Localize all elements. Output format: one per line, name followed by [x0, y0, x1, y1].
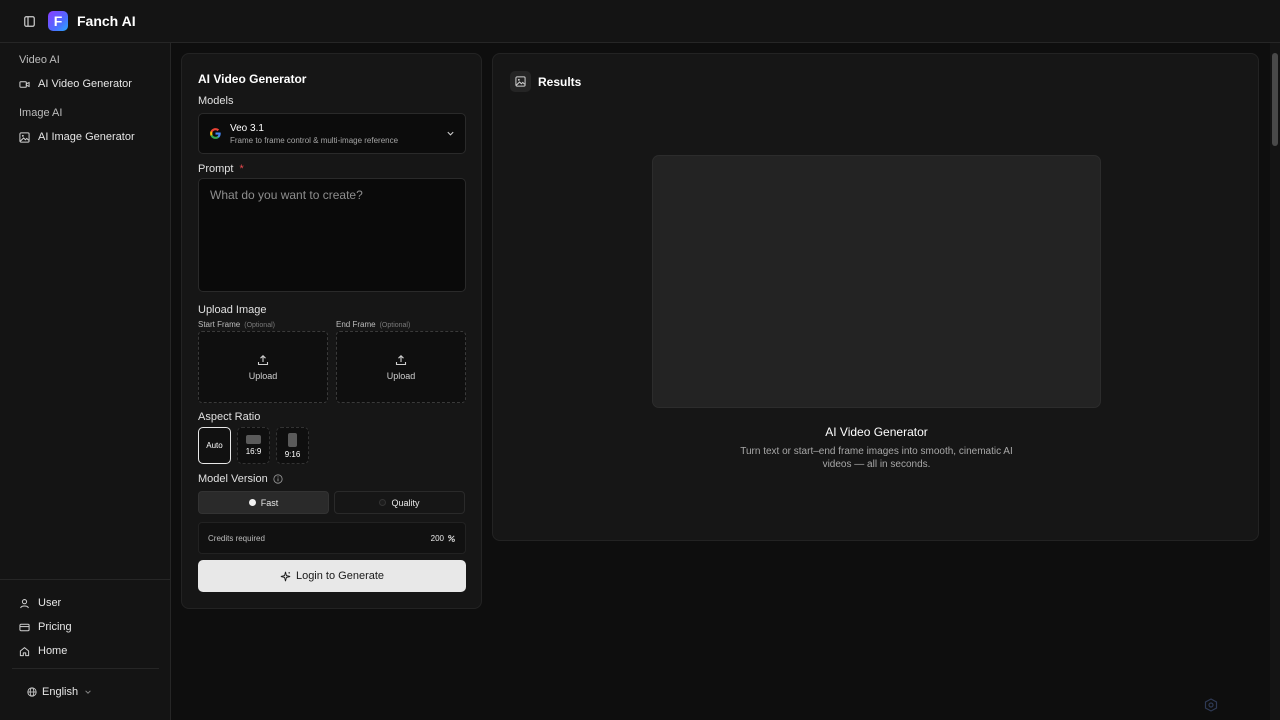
- empty-state-description: Turn text or start–end frame images into…: [740, 446, 1013, 470]
- radio-unselected-icon: [379, 499, 387, 506]
- sidebar-item-label: AI Image Generator: [38, 131, 135, 143]
- user-icon: [20, 598, 29, 608]
- chevron-down-icon: [447, 131, 454, 136]
- home-icon: [19, 646, 30, 656]
- aspect-option-16-9[interactable]: 16:9: [237, 427, 270, 464]
- sidebar-section-image: Image AI: [19, 107, 63, 119]
- version-quality-button[interactable]: Quality: [334, 491, 465, 514]
- prompt-input[interactable]: [198, 178, 466, 292]
- radio-selected-icon: [248, 499, 256, 506]
- sidebar-item-ai-video-generator[interactable]: AI Video Generator: [19, 78, 132, 90]
- aspect-option-auto[interactable]: Auto: [198, 427, 231, 464]
- info-icon[interactable]: [273, 474, 283, 484]
- google-icon: [210, 128, 221, 139]
- card-icon: [19, 623, 30, 631]
- version-label: Quality: [391, 497, 420, 508]
- sparkle-icon: [280, 571, 291, 581]
- credits-label: Credits required: [208, 533, 265, 543]
- start-frame-upload[interactable]: Upload: [198, 331, 328, 403]
- upload-button-label: Upload: [248, 370, 278, 381]
- optional-tag: (Optional): [379, 322, 411, 329]
- aspect-option-label: Auto: [206, 441, 223, 450]
- aspect-option-label: 16:9: [245, 447, 262, 456]
- upload-icon: [257, 354, 269, 365]
- globe-icon: [27, 687, 37, 697]
- end-frame-label-text: End Frame: [336, 320, 376, 329]
- portrait-shape-icon: [288, 432, 297, 447]
- sidebar-toggle-icon[interactable]: [19, 11, 39, 31]
- prompt-label-text: Prompt: [198, 163, 234, 175]
- model-name: Veo 3.1: [230, 122, 264, 134]
- aspect-option-9-16[interactable]: 9:16: [276, 427, 309, 464]
- logo-letter: F: [53, 13, 63, 29]
- video-preview-placeholder: [652, 155, 1101, 408]
- sidebar-section-video: Video AI: [19, 54, 60, 66]
- upload-image-label: Upload Image: [198, 304, 267, 316]
- language-selector[interactable]: English: [27, 686, 92, 698]
- optional-tag: (Optional): [244, 322, 275, 329]
- results-title: Results: [538, 75, 582, 89]
- start-frame-label: Start Frame (Optional): [198, 320, 275, 329]
- credits-required-row: Credits required 200: [198, 522, 466, 554]
- model-version-label-text: Model Version: [198, 473, 268, 485]
- empty-state-title: AI Video Generator: [825, 425, 928, 439]
- top-bar: F Fanch AI: [0, 0, 1280, 43]
- aspect-ratio-label: Aspect Ratio: [198, 411, 261, 423]
- landscape-shape-icon: [246, 435, 261, 444]
- end-frame-label: End Frame (Optional): [336, 320, 410, 329]
- sidebar-item-home[interactable]: Home: [19, 645, 67, 657]
- sidebar-divider: [0, 579, 171, 580]
- sidebar-item-pricing[interactable]: Pricing: [19, 621, 72, 633]
- model-version-label: Model Version: [198, 473, 283, 485]
- video-icon: [19, 80, 30, 88]
- sidebar: Video AI AI Video Generator Image AI AI …: [0, 43, 171, 720]
- scrollbar-thumb[interactable]: [1272, 53, 1278, 146]
- upload-button-label: Upload: [386, 370, 416, 381]
- version-label: Fast: [260, 497, 279, 508]
- start-frame-label-text: Start Frame: [198, 320, 241, 329]
- generate-button-label: Login to Generate: [295, 570, 385, 582]
- sidebar-item-label: AI Video Generator: [38, 78, 132, 90]
- models-label: Models: [198, 95, 234, 107]
- credits-icon: [448, 534, 455, 542]
- aspect-option-label: 9:16: [284, 449, 301, 459]
- brand-logo[interactable]: F: [48, 11, 68, 31]
- credits-value: 200: [430, 533, 444, 543]
- model-select[interactable]: Veo 3.1 Frame to frame control & multi-i…: [198, 113, 466, 154]
- upload-icon: [395, 354, 407, 365]
- brand-name[interactable]: Fanch AI: [77, 13, 136, 29]
- sidebar-item-label: User: [38, 597, 62, 609]
- version-fast-button[interactable]: Fast: [198, 491, 329, 514]
- page-scrollbar[interactable]: [1270, 43, 1280, 720]
- end-frame-upload[interactable]: Upload: [336, 331, 466, 403]
- login-to-generate-button[interactable]: Login to Generate: [198, 560, 466, 592]
- sidebar-divider: [12, 668, 159, 669]
- required-marker: *: [239, 163, 244, 175]
- watermark-logo: [1204, 698, 1218, 712]
- model-description: Frame to frame control & multi-image ref…: [230, 135, 399, 145]
- sidebar-item-label: Pricing: [38, 621, 72, 633]
- credits-amount: 200: [431, 534, 456, 543]
- prompt-label: Prompt *: [198, 163, 244, 175]
- results-image-icon: [510, 71, 531, 92]
- results-panel: Results AI Video Generator Turn text or …: [492, 53, 1259, 541]
- image-icon: [19, 131, 30, 143]
- generator-panel: AI Video Generator Models Veo 3.1 Frame …: [181, 53, 482, 609]
- chevron-down-icon: [85, 690, 91, 694]
- panel-title: AI Video Generator: [198, 72, 307, 86]
- language-label: English: [42, 686, 79, 698]
- sidebar-item-ai-image-generator[interactable]: AI Image Generator: [19, 131, 135, 143]
- sidebar-item-user[interactable]: User: [19, 597, 61, 609]
- sidebar-item-label: Home: [38, 645, 68, 657]
